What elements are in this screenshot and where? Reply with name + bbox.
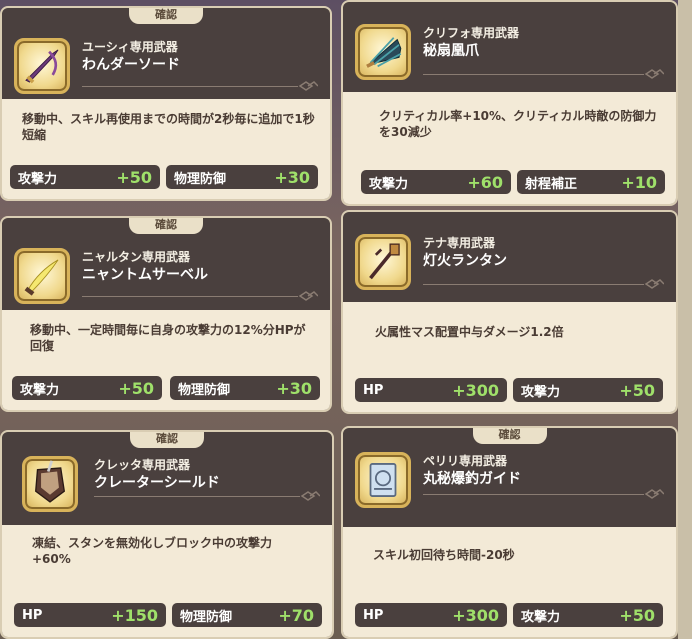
weapon-card-5: 確認 クレッタ専用武器 クレーターシールド 凍結、スタンを無効化しブロック中の攻… (0, 430, 334, 639)
card-body: 凍結、スタンを無効化しブロック中の攻撃力+60% HP +150 物理防御 +7… (2, 525, 332, 637)
stat-label: HP (363, 607, 384, 623)
sword-icon (14, 38, 70, 94)
background-scene-right (678, 0, 692, 639)
weapon-card-2: クリフォ専用武器 秘扇凰爪 クリティカル率+10%、クリティカル時敵の防御力を3… (341, 0, 678, 206)
stat-label: 攻撃力 (18, 171, 58, 187)
divider-ornament (82, 291, 318, 302)
stat-value: +50 (116, 167, 152, 187)
stat-label: 攻撃力 (521, 384, 561, 400)
owner-name: ニャルタン専用武器 (82, 250, 191, 264)
stat-value: +300 (452, 605, 499, 625)
fan-claw-icon (355, 24, 411, 80)
stat-label: 物理防御 (178, 382, 231, 398)
card-body: スキル初回待ち時間-20秒 HP +300 攻撃力 +50 (343, 527, 676, 637)
lantern-staff-icon (355, 234, 411, 290)
stat-value: +10 (621, 172, 657, 192)
weapon-description: スキル初回待ち時間-20秒 (373, 548, 515, 562)
weapon-description: クリティカル率+10%、クリティカル時敵の防御力を30減少 (379, 109, 657, 139)
card-body: 移動中、スキル再使用までの時間が2秒毎に追加で1秒短縮 攻撃力 +50 物理防御… (2, 99, 330, 199)
confirm-tab: 確認 (129, 8, 203, 24)
weapon-description: 移動中、スキル再使用までの時間が2秒毎に追加で1秒短縮 (22, 112, 315, 142)
stat-range: 射程補正 +10 (517, 170, 665, 194)
stat-physical-defense: 物理防御 +70 (172, 603, 322, 627)
stat-label: 攻撃力 (369, 176, 409, 192)
stat-attack: 攻撃力 +60 (361, 170, 511, 194)
weapon-name: わんダーソード (82, 57, 180, 73)
card-body: クリティカル率+10%、クリティカル時敵の防御力を30減少 攻撃力 +60 射程… (343, 92, 676, 204)
weapon-name: ニャントムサーベル (82, 267, 208, 283)
guide-book-icon (355, 452, 411, 508)
divider-ornament (94, 491, 320, 502)
stat-value: +60 (467, 172, 503, 192)
stat-hp: HP +300 (355, 378, 507, 402)
stat-value: +50 (619, 380, 655, 400)
card-body: 移動中、一定時間毎に自身の攻撃力の12%分HPが回復 攻撃力 +50 物理防御 … (2, 310, 330, 410)
stat-hp: HP +150 (14, 603, 166, 627)
weapon-description: 火属性マス配置中与ダメージ1.2倍 (375, 325, 564, 339)
stat-physical-defense: 物理防御 +30 (166, 165, 318, 189)
stat-value: +300 (452, 380, 499, 400)
stat-value: +150 (111, 605, 158, 625)
stat-value: +30 (276, 378, 312, 398)
weapon-description: 移動中、一定時間毎に自身の攻撃力の12%分HPが回復 (30, 323, 306, 353)
divider-ornament (423, 489, 664, 500)
stat-label: HP (363, 382, 384, 398)
owner-name: テナ専用武器 (423, 236, 496, 250)
confirm-tab: 確認 (129, 218, 203, 234)
owner-name: ペリリ専用武器 (423, 454, 508, 468)
owner-name: クレッタ専用武器 (94, 458, 191, 472)
weapon-card-4: テナ専用武器 灯火ランタン 火属性マス配置中与ダメージ1.2倍 HP +300 … (341, 210, 678, 414)
stat-value: +50 (619, 605, 655, 625)
stat-label: HP (22, 607, 43, 623)
weapon-card-3: 確認 ニャルタン専用武器 ニャントムサーベル 移動中、一定時間毎に自身の攻撃力の… (0, 216, 332, 412)
owner-name: ユーシィ専用武器 (82, 40, 178, 54)
stat-label: 物理防御 (174, 171, 227, 187)
weapon-name: 秘扇凰爪 (423, 43, 479, 59)
confirm-tab: 確認 (472, 428, 547, 444)
stat-attack: 攻撃力 +50 (12, 376, 162, 400)
stat-physical-defense: 物理防御 +30 (170, 376, 320, 400)
stat-label: 攻撃力 (521, 609, 561, 625)
shield-icon (22, 456, 78, 512)
weapon-name: クレーターシールド (94, 475, 220, 491)
weapon-card-6: 確認 ペリリ専用武器 丸秘爆釣ガイド スキル初回待ち時間-20秒 HP +300… (341, 426, 678, 639)
divider-ornament (423, 279, 664, 290)
divider-ornament (82, 81, 318, 92)
stat-label: 物理防御 (180, 609, 233, 625)
stat-attack: 攻撃力 +50 (513, 603, 663, 627)
weapon-description: 凍結、スタンを無効化しブロック中の攻撃力+60% (32, 536, 273, 566)
owner-name: クリフォ専用武器 (423, 26, 520, 40)
weapon-card-1: 確認 ユーシィ専用武器 わんダーソード 移動中、スキル再使用までの時間が2秒毎に… (0, 6, 332, 201)
divider-ornament (423, 69, 664, 80)
confirm-tab: 確認 (130, 432, 204, 448)
weapon-name: 丸秘爆釣ガイド (423, 471, 521, 487)
saber-icon (14, 248, 70, 304)
stat-value: +50 (118, 378, 154, 398)
stat-value: +70 (278, 605, 314, 625)
stat-attack: 攻撃力 +50 (513, 378, 663, 402)
weapon-name: 灯火ランタン (423, 253, 507, 269)
stat-label: 攻撃力 (20, 382, 60, 398)
stat-attack: 攻撃力 +50 (10, 165, 160, 189)
stat-label: 射程補正 (525, 176, 578, 192)
card-body: 火属性マス配置中与ダメージ1.2倍 HP +300 攻撃力 +50 (343, 302, 676, 412)
stat-hp: HP +300 (355, 603, 507, 627)
stat-value: +30 (274, 167, 310, 187)
